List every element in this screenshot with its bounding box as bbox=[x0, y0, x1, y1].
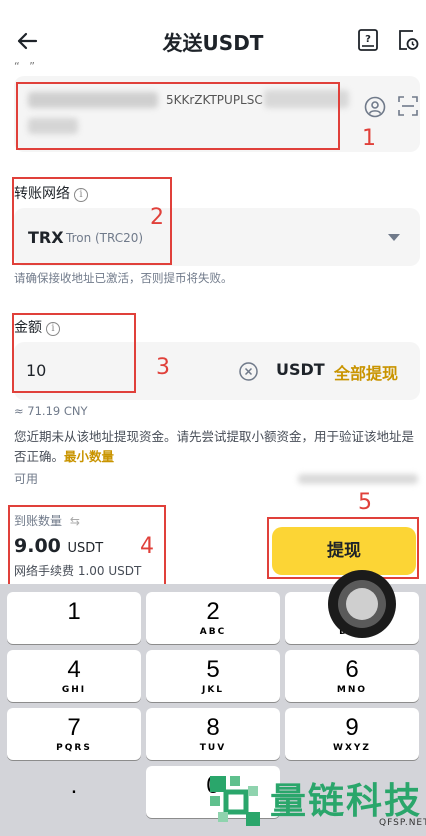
annotation-number: 3 bbox=[156, 355, 170, 380]
available-redaction bbox=[298, 474, 418, 484]
annotation-box bbox=[16, 82, 340, 150]
svg-text:?: ? bbox=[365, 34, 371, 45]
annotation-number: 1 bbox=[362, 126, 376, 151]
header: 发送USDT ? “ ” bbox=[0, 0, 426, 80]
key-7[interactable]: 7 PQRS bbox=[7, 708, 141, 760]
annotation-box bbox=[12, 177, 172, 265]
clear-icon[interactable] bbox=[239, 362, 258, 381]
watermark: 量链科技 QFSP.NET bbox=[204, 770, 426, 834]
annotation-number: 4 bbox=[140, 534, 154, 559]
key-9[interactable]: 9 WXYZ bbox=[285, 708, 419, 760]
warning-text: 您近期未从该地址提现资金。请先尝试提取小额资金，用于验证该地址是否正确。最小数量 bbox=[14, 429, 415, 464]
key-4[interactable]: 4 GHI bbox=[7, 650, 141, 702]
help-book-icon[interactable]: ? bbox=[357, 28, 379, 52]
history-clock-icon[interactable] bbox=[396, 28, 420, 52]
key-decimal[interactable]: . bbox=[7, 766, 141, 818]
watermark-logo-icon bbox=[210, 776, 260, 826]
annotation-number: 2 bbox=[150, 205, 164, 230]
address-book-icon[interactable] bbox=[364, 96, 386, 118]
key-8[interactable]: 8 TUV bbox=[146, 708, 280, 760]
available-label: 可用 bbox=[14, 472, 39, 486]
withdraw-all-button[interactable]: 全部提现 bbox=[334, 360, 398, 384]
watermark-text: 量链科技 bbox=[270, 781, 423, 822]
clipped-label: “ ” bbox=[14, 60, 38, 73]
assistive-touch-ring bbox=[338, 580, 386, 628]
annotation-box bbox=[12, 313, 136, 393]
chevron-down-icon bbox=[388, 234, 400, 241]
key-1[interactable]: 1 bbox=[7, 592, 141, 644]
scan-qr-icon[interactable] bbox=[398, 96, 418, 116]
watermark-subtext: QFSP.NET bbox=[379, 818, 426, 828]
amount-unit: USDT bbox=[276, 360, 325, 379]
annotation-box bbox=[267, 517, 419, 579]
annotation-number: 5 bbox=[358, 490, 372, 515]
key-5[interactable]: 5 JKL bbox=[146, 650, 280, 702]
network-hint: 请确保接收地址已激活，否则提币将失败。 bbox=[14, 271, 233, 285]
amount-approx-value: ≈ 71.19 CNY bbox=[14, 404, 88, 418]
assistive-touch-core bbox=[346, 588, 378, 620]
assistive-touch-button[interactable] bbox=[328, 570, 396, 638]
min-amount-link[interactable]: 最小数量 bbox=[64, 449, 114, 464]
key-6[interactable]: 6 MNO bbox=[285, 650, 419, 702]
key-2[interactable]: 2 ABC bbox=[146, 592, 280, 644]
